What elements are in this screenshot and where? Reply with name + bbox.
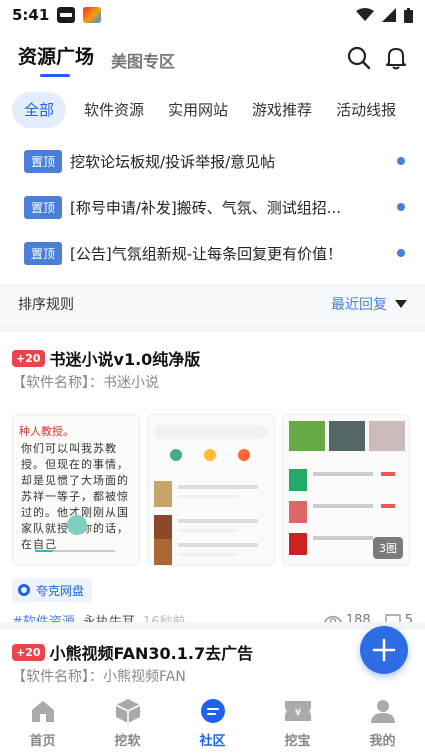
- thumb-icon: [170, 449, 182, 461]
- nav-label: 我的: [369, 734, 396, 749]
- category-events[interactable]: 活动线报: [324, 92, 408, 128]
- post-title-row: +20 小熊视频FAN30.1.7去广告: [12, 640, 253, 664]
- status-bar: 5:41: [0, 0, 425, 30]
- pinned-item[interactable]: 置顶 [公告]气氛组新规-让每条回复更有价值！: [0, 230, 425, 276]
- bell-icon[interactable]: [382, 44, 410, 72]
- status-time: 5:41: [12, 6, 50, 24]
- pinned-tag: 置顶: [24, 241, 63, 265]
- category-all[interactable]: 全部: [12, 92, 67, 128]
- post-title: 书迷小说v1.0纯净版: [49, 350, 201, 369]
- ticket-icon: ¥: [283, 696, 313, 726]
- divider: [0, 622, 425, 630]
- thumb-row: [289, 469, 403, 495]
- top-header: 资源广场 美图专区: [0, 36, 425, 80]
- wifi-icon: [356, 8, 374, 21]
- pinned-tag: 置顶: [24, 195, 63, 219]
- nav-label: 社区: [199, 734, 226, 749]
- post-card[interactable]: +20 书迷小说v1.0纯净版 【软件名称】：书迷小说 种人教授。 你们可以叫我…: [0, 332, 425, 630]
- sort-label: 排序规则: [18, 297, 74, 313]
- caret-down-icon[interactable]: [395, 300, 407, 308]
- battery-icon: [404, 7, 413, 23]
- progress-bar: [35, 550, 115, 552]
- post-title-row: +20 书迷小说v1.0纯净版: [12, 346, 200, 370]
- sort-dropdown[interactable]: 最近回复: [331, 294, 387, 314]
- category-tabs: 全部 软件资源 实用网站 游戏推荐 活动线报: [12, 92, 408, 128]
- thumb-icon: [238, 449, 250, 461]
- post-image[interactable]: 种人教授。 你们可以叫我苏教授。但现在的事情，却是见惯了大场面的苏祥一等子，都被…: [12, 414, 140, 566]
- nav-profile[interactable]: 我的: [340, 688, 425, 756]
- nav-home[interactable]: 首页: [0, 688, 85, 756]
- nav-community[interactable]: 社区: [170, 688, 255, 756]
- reward-badge: +20: [12, 349, 45, 367]
- thumb-cover: [329, 421, 365, 451]
- pinned-item[interactable]: 置顶 [称号申请/补发]搬砖、气氛、测试组招...: [0, 184, 425, 230]
- signal-icon: [382, 8, 396, 22]
- pinned-item[interactable]: 置顶 挖软论坛板规/投诉举报/意见帖: [0, 138, 425, 184]
- unread-dot: [397, 203, 405, 211]
- svg-text:¥: ¥: [294, 706, 301, 719]
- thumb-row: [154, 481, 268, 511]
- home-icon: [28, 696, 58, 726]
- box-icon: [113, 696, 143, 726]
- category-websites[interactable]: 实用网站: [156, 92, 240, 128]
- post-subtitle: 【软件名称】：书迷小说: [12, 375, 159, 391]
- category-software[interactable]: 软件资源: [72, 92, 156, 128]
- unread-dot: [397, 157, 405, 165]
- reward-badge: +20: [12, 643, 45, 661]
- thumb-cover: [289, 421, 325, 451]
- nav-dig-software[interactable]: 挖软: [85, 688, 170, 756]
- thumb-cover: [369, 421, 405, 451]
- thumb-heading: 种人教授。: [19, 425, 74, 438]
- thumb-icon: [204, 449, 216, 461]
- community-icon: [198, 696, 228, 726]
- cloud-drive-icon: [18, 584, 30, 596]
- post-image[interactable]: 3图: [282, 414, 410, 566]
- nav-label: 挖软: [114, 734, 141, 749]
- cloud-drive-label: 夸克网盘: [36, 583, 85, 598]
- pinned-list: 置顶 挖软论坛板规/投诉举报/意见帖 置顶 [称号申请/补发]搬砖、气氛、测试组…: [0, 138, 425, 276]
- post-image-strip: 种人教授。 你们可以叫我苏教授。但现在的事情，却是见惯了大场面的苏祥一等子，都被…: [12, 414, 410, 566]
- post-title: 小熊视频FAN30.1.7去广告: [49, 644, 254, 663]
- search-icon[interactable]: [345, 44, 373, 72]
- image-count-badge: 3图: [373, 537, 403, 559]
- category-games[interactable]: 游戏推荐: [240, 92, 324, 128]
- pinned-title: 挖软论坛板规/投诉举报/意见帖: [70, 152, 276, 171]
- thumb-search-bar: [154, 425, 268, 439]
- plus-icon: [372, 638, 396, 662]
- play-icon: [67, 515, 87, 535]
- nav-treasure[interactable]: ¥ 挖宝: [255, 688, 340, 756]
- thumb-row: [289, 501, 403, 527]
- bottom-nav: 首页 挖软 社区 ¥ 挖宝 我的: [0, 688, 425, 756]
- tab-gallery[interactable]: 美图专区: [111, 48, 175, 72]
- cloud-drive-tag[interactable]: 夸克网盘: [12, 578, 93, 602]
- notification-icon: [83, 7, 102, 23]
- unread-dot: [397, 249, 405, 257]
- new-post-button[interactable]: [360, 626, 408, 674]
- nav-label: 首页: [29, 734, 56, 749]
- app-root: 5:41 资源广场 美图专区 全部 软件资源 实用网站 游戏推荐 活动线报 置顶…: [0, 0, 425, 756]
- post-image[interactable]: [147, 414, 275, 566]
- tab-resource-square[interactable]: 资源广场: [18, 42, 94, 77]
- pinned-tag: 置顶: [24, 149, 63, 173]
- pinned-title: [称号申请/补发]搬砖、气氛、测试组招...: [70, 198, 342, 217]
- divider: [0, 324, 425, 332]
- post-subtitle: 【软件名称】：小熊视频FAN: [12, 669, 186, 685]
- pinned-title: [公告]气氛组新规-让每条回复更有价值！: [70, 244, 343, 263]
- status-right: [356, 7, 413, 23]
- thumb-text: 你们可以叫我苏教授。但现在的事情，却是见惯了大场面的苏祥一等子，都被惊过的。他才…: [21, 442, 129, 551]
- user-icon: [368, 696, 398, 726]
- thumb-row: [154, 539, 268, 565]
- nav-label: 挖宝: [284, 734, 311, 749]
- sort-row: 排序规则 最近回复: [0, 284, 425, 324]
- notification-icon: [57, 7, 76, 23]
